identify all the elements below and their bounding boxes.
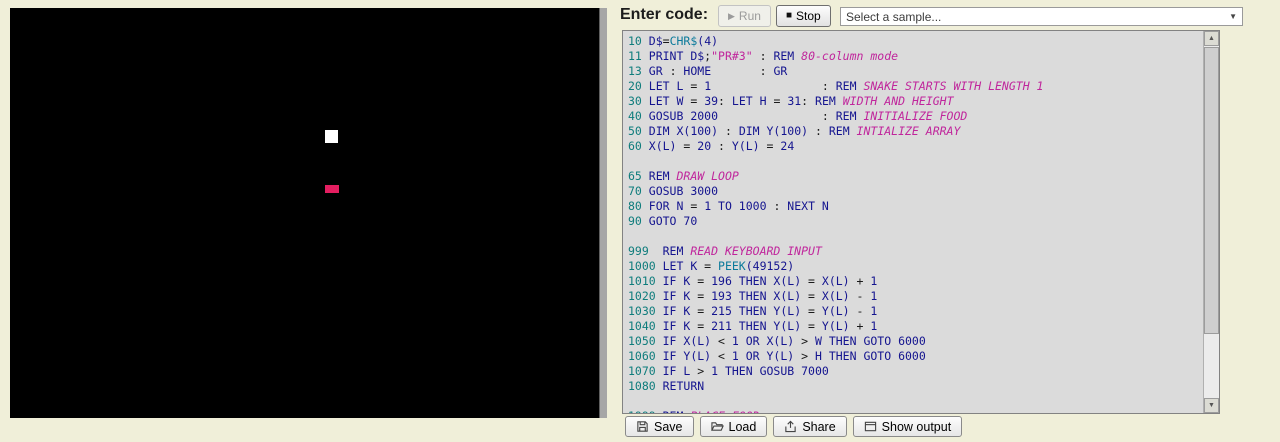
- save-button-label: Save: [654, 420, 683, 434]
- sample-select[interactable]: Select a sample... ▼: [840, 7, 1243, 26]
- code-line: 60 X(L) = 20 : Y(L) = 24: [628, 139, 1203, 154]
- food-block: [325, 185, 339, 193]
- code-line: 1000 LET K = PEEK(49152): [628, 259, 1203, 274]
- load-button-label: Load: [729, 420, 757, 434]
- code-line: 65 REM DRAW LOOP: [628, 169, 1203, 184]
- code-line: 70 GOSUB 3000: [628, 184, 1203, 199]
- run-icon: ▶: [728, 12, 735, 21]
- editor-scrollbar[interactable]: ▲ ▼: [1203, 31, 1219, 413]
- code-line: 1060 IF Y(L) < 1 OR Y(L) > H THEN GOTO 6…: [628, 349, 1203, 364]
- run-button[interactable]: ▶ Run: [718, 5, 771, 27]
- code-line: 20 LET L = 1 : REM SNAKE STARTS WITH LEN…: [628, 79, 1203, 94]
- code-line: 10 D$=CHR$(4): [628, 34, 1203, 49]
- show-output-icon: [864, 420, 877, 433]
- show-output-button[interactable]: Show output: [853, 416, 963, 437]
- scroll-up-button[interactable]: ▲: [1204, 31, 1219, 46]
- code-line: 1999 REM PLACE FOOD: [628, 409, 1203, 413]
- code-line: 40 GOSUB 2000 : REM INITIALIZE FOOD: [628, 109, 1203, 124]
- stop-icon: ■: [786, 11, 792, 21]
- screen-bezel: [599, 8, 607, 418]
- code-line: 1040 IF K = 211 THEN Y(L) = Y(L) + 1: [628, 319, 1203, 334]
- code-line: 90 GOTO 70: [628, 214, 1203, 229]
- share-button[interactable]: Share: [773, 416, 846, 437]
- code-line: 80 FOR N = 1 TO 1000 : NEXT N: [628, 199, 1203, 214]
- code-line: [628, 394, 1203, 409]
- share-button-label: Share: [802, 420, 835, 434]
- code-line: 1030 IF K = 215 THEN Y(L) = Y(L) - 1: [628, 304, 1203, 319]
- show-output-button-label: Show output: [882, 420, 952, 434]
- code-line: [628, 229, 1203, 244]
- stop-button[interactable]: ■ Stop: [776, 5, 831, 27]
- save-icon: [636, 420, 649, 433]
- code-line: 1020 IF K = 193 THEN X(L) = X(L) - 1: [628, 289, 1203, 304]
- stop-button-label: Stop: [796, 9, 821, 23]
- folder-open-icon: [711, 420, 724, 433]
- code-line: 1010 IF K = 196 THEN X(L) = X(L) + 1: [628, 274, 1203, 289]
- code-line: [628, 154, 1203, 169]
- code-text[interactable]: 10 D$=CHR$(4)11 PRINT D$;"PR#3" : REM 80…: [623, 31, 1203, 413]
- scrollbar-thumb[interactable]: [1204, 47, 1219, 334]
- snake-block: [325, 130, 338, 143]
- code-line: 999 REM READ KEYBOARD INPUT: [628, 244, 1203, 259]
- code-line: 11 PRINT D$;"PR#3" : REM 80-column mode: [628, 49, 1203, 64]
- code-line: 1070 IF L > 1 THEN GOSUB 7000: [628, 364, 1203, 379]
- action-bar: Save Load Share Show output: [625, 416, 962, 437]
- enter-code-label: Enter code:: [620, 6, 708, 24]
- scroll-down-arrow-icon: ▼: [1208, 402, 1215, 409]
- load-button[interactable]: Load: [700, 416, 768, 437]
- code-line: 30 LET W = 39: LET H = 31: REM WIDTH AND…: [628, 94, 1203, 109]
- run-button-label: Run: [739, 9, 761, 23]
- code-line: 1080 RETURN: [628, 379, 1203, 394]
- sample-select-value: Select a sample...: [846, 10, 941, 24]
- save-button[interactable]: Save: [625, 416, 694, 437]
- share-icon: [784, 420, 797, 433]
- code-line: 13 GR : HOME : GR: [628, 64, 1203, 79]
- code-editor[interactable]: 10 D$=CHR$(4)11 PRINT D$;"PR#3" : REM 80…: [622, 30, 1220, 414]
- code-line: 1050 IF X(L) < 1 OR X(L) > W THEN GOTO 6…: [628, 334, 1203, 349]
- scroll-up-arrow-icon: ▲: [1208, 35, 1215, 42]
- dropdown-arrow-icon: ▼: [1229, 12, 1237, 21]
- scroll-down-button[interactable]: ▼: [1204, 398, 1219, 413]
- code-line: 50 DIM X(100) : DIM Y(100) : REM INTIALI…: [628, 124, 1203, 139]
- emulator-screen[interactable]: [10, 8, 607, 418]
